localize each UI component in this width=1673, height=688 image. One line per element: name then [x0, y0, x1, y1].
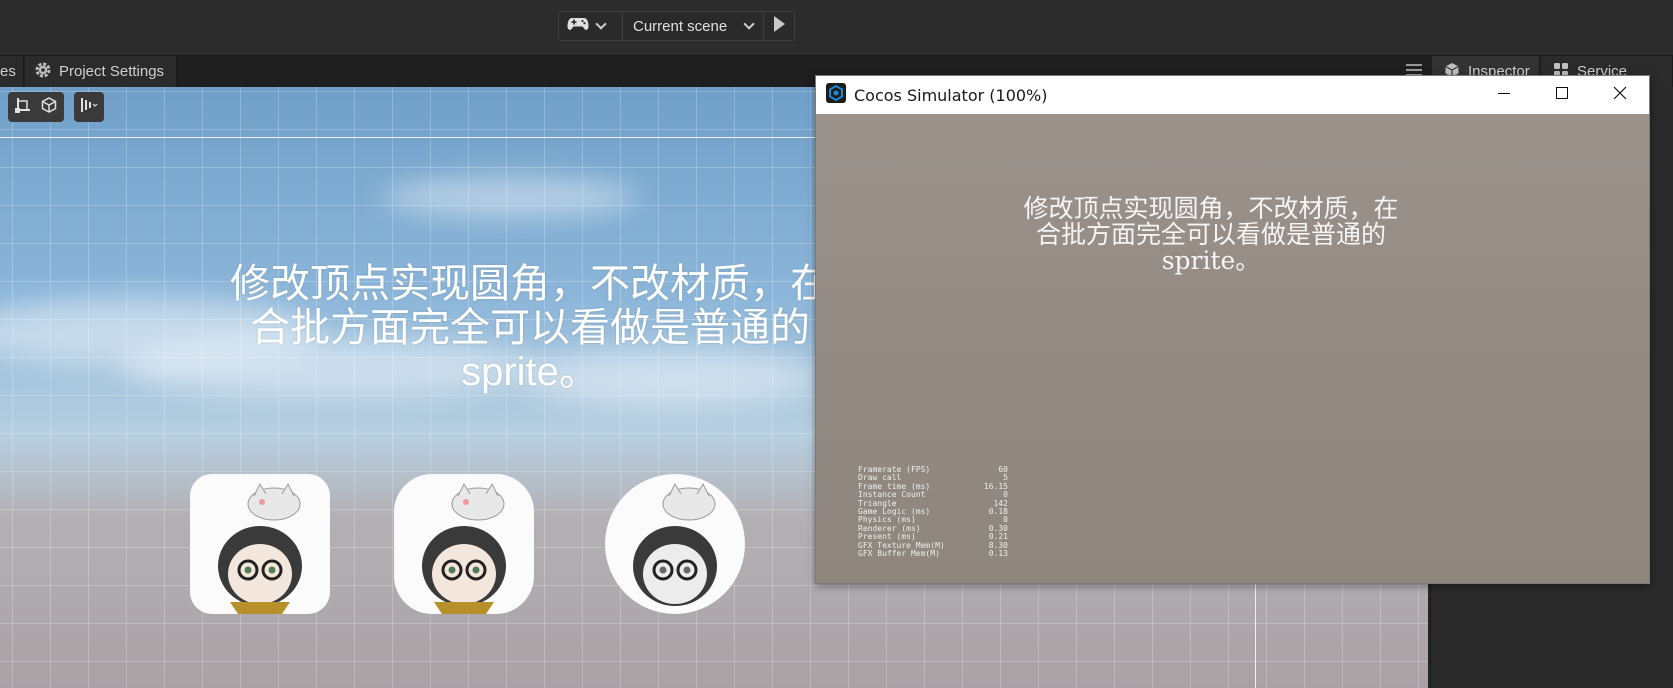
scene-select-label: Current scene: [633, 17, 728, 35]
profiler-stat-label: GFX Buffer Mem(M): [858, 548, 940, 558]
gear-icon: [35, 62, 51, 82]
rounded-corner-sprite[interactable]: [190, 474, 330, 614]
avatar-image: [422, 482, 506, 614]
profiler-stats: Framerate (FPS) 60 Draw call 5 Frame time (m…: [858, 465, 1008, 558]
cube-outline-icon: [40, 96, 58, 119]
scene-label-text[interactable]: 修改顶点实现圆角，不改材质，在 合批方面完全可以看做是普通的 sprite。: [230, 262, 830, 394]
rect-tool-button[interactable]: [12, 96, 34, 118]
chevron-down-icon: [743, 18, 755, 30]
game-label-text: 修改顶点实现圆角，不改材质，在 合批方面完全可以看做是普通的 sprite。: [1023, 194, 1399, 275]
close-icon: [1613, 86, 1627, 105]
preview-controls: Current scene: [558, 11, 795, 41]
tab-partial-label: es: [0, 63, 16, 80]
rect-transform-icon: [14, 96, 32, 119]
window-controls: [1475, 76, 1649, 114]
align-dropdown-button[interactable]: [78, 96, 100, 118]
large-rounded-corner-sprite[interactable]: [394, 474, 534, 614]
top-toolbar: Current scene: [0, 0, 1673, 56]
play-button[interactable]: [764, 12, 794, 40]
scene-toolbar: [8, 92, 104, 122]
tab-project-settings[interactable]: Project Settings: [25, 56, 177, 87]
transform-tools: [8, 92, 64, 122]
maximize-button[interactable]: [1533, 76, 1591, 114]
profiler-stat-value: 0.13: [988, 548, 1008, 558]
simulator-game-view[interactable]: 修改顶点实现圆角，不改材质，在 合批方面完全可以看做是普通的 sprite。 F…: [816, 114, 1649, 583]
avatar-image: [218, 482, 302, 614]
close-button[interactable]: [1591, 76, 1649, 114]
simulator-titlebar[interactable]: Cocos Simulator (100%): [816, 76, 1649, 114]
profiler-stat-row: GFX Buffer Mem(M) 0.13: [858, 548, 1008, 558]
tab-partial[interactable]: es: [0, 56, 24, 87]
preview-platform-dropdown[interactable]: [559, 12, 623, 40]
chevron-down-icon: [595, 18, 607, 30]
canvas-boundary-line: [1255, 577, 1256, 688]
align-tools: [74, 92, 104, 122]
canvas-boundary-line: [0, 137, 820, 138]
simulator-window[interactable]: Cocos Simulator (100%) 修改顶点实现圆角，不改材质，在 合…: [815, 75, 1650, 584]
play-icon: [772, 15, 786, 37]
simulator-title: Cocos Simulator (100%): [854, 85, 1048, 105]
circle-sprite[interactable]: [605, 474, 745, 614]
gamepad-icon: [567, 16, 589, 36]
minimize-icon: [1498, 86, 1510, 104]
cocos-logo-icon: [826, 82, 846, 108]
scene-select[interactable]: Current scene: [623, 12, 764, 40]
3d-view-button[interactable]: [38, 96, 60, 118]
avatar-image: [633, 482, 717, 606]
tab-project-settings-label: Project Settings: [59, 63, 165, 80]
align-icon: [79, 96, 99, 119]
maximize-icon: [1556, 86, 1568, 104]
minimize-button[interactable]: [1475, 76, 1533, 114]
